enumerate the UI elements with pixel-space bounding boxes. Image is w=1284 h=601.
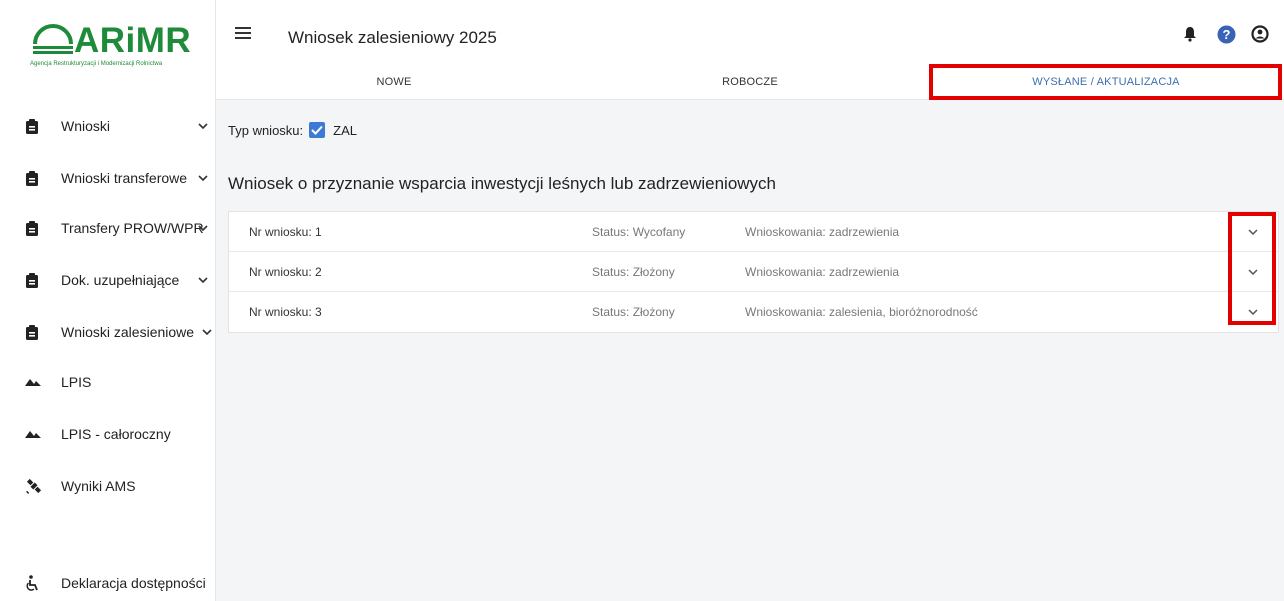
clipboard-icon (25, 220, 39, 236)
application-type: Wnioskowania: zadrzewienia (745, 265, 900, 279)
sidebar-item-wyniki-ams[interactable]: Wyniki AMS (0, 466, 216, 506)
type-filter: Typ wniosku: ZAL (228, 122, 357, 138)
application-number: Nr wniosku: 3 (249, 305, 322, 319)
section-title: Wniosek o przyznanie wsparcia inwestycji… (228, 174, 777, 193)
satellite-icon (25, 478, 43, 494)
application-status: Status: Złożony (592, 305, 675, 319)
arimr-logo[interactable]: ARiMR Agencja Restrukturyzacji i Moderni… (0, 0, 216, 98)
help-icon[interactable]: ? (1216, 24, 1236, 44)
sidebar-item-lpis-caloroczny[interactable]: LPIS - całoroczny (0, 414, 216, 454)
clipboard-icon (25, 118, 39, 134)
type-filter-label: Typ wniosku: (228, 122, 304, 138)
accessibility-icon (25, 575, 39, 591)
chevron-down-icon[interactable] (1245, 304, 1261, 320)
sidebar-item-transfery-prow-wpr[interactable]: Transfery PROW/WPR (0, 208, 216, 248)
account-icon[interactable] (1250, 24, 1270, 44)
sidebar-item-deklaracja-dostepnosci[interactable]: Deklaracja dostępności (0, 563, 216, 601)
sidebar-item-wnioski-transferowe[interactable]: Wnioski transferowe (0, 158, 216, 198)
zal-checkbox[interactable] (309, 122, 326, 138)
sidebar-item-label: Wnioski (61, 118, 111, 134)
sidebar-item-dok-uzupelniajace[interactable]: Dok. uzupełniające (0, 260, 216, 300)
tab-robocze[interactable]: ROBOCZE (572, 64, 928, 100)
clipboard-icon (25, 324, 39, 340)
application-number: Nr wniosku: 1 (249, 225, 322, 239)
sidebar-item-label: Wnioski transferowe (61, 170, 188, 186)
sidebar-item-label: Dok. uzupełniające (61, 272, 180, 288)
bell-icon[interactable] (1180, 24, 1200, 44)
terrain-icon (25, 426, 41, 442)
application-row[interactable]: Nr wniosku: 3 Status: Złożony Wnioskowan… (229, 292, 1278, 332)
chevron-down-icon (196, 171, 210, 185)
clipboard-icon (25, 170, 39, 186)
chevron-down-icon[interactable] (1245, 264, 1261, 280)
tab-bar: NOWE ROBOCZE WYSŁANE / AKTUALIZACJA (216, 64, 1284, 100)
menu-icon[interactable] (235, 27, 251, 39)
logo-mark-icon (33, 24, 73, 54)
terrain-icon (25, 374, 41, 390)
application-type: Wnioskowania: zadrzewienia (745, 225, 900, 239)
sidebar-item-label: LPIS (61, 374, 92, 390)
sidebar-item-wnioski-zalesieniowe[interactable]: Wnioski zalesieniowe (0, 312, 216, 352)
tab-wyslane-aktualizacja[interactable]: WYSŁANE / AKTUALIZACJA (928, 64, 1284, 100)
logo-subtitle: Agencja Restrukturyzacji i Modernizacji … (30, 61, 163, 67)
chevron-down-icon (196, 273, 210, 287)
main-content: Typ wniosku: ZAL Wniosek o przyznanie ws… (216, 100, 1284, 601)
application-row[interactable]: Nr wniosku: 2 Status: Złożony Wnioskowan… (229, 252, 1278, 292)
application-type: Wnioskowania: zalesienia, bioróżnorodnoś… (745, 305, 978, 319)
chevron-down-icon (200, 325, 214, 339)
sidebar-item-label: LPIS - całoroczny (61, 426, 171, 442)
application-row[interactable]: Nr wniosku: 1 Status: Wycofany Wnioskowa… (229, 212, 1278, 252)
svg-text:?: ? (1222, 27, 1230, 42)
sidebar-item-label: Wnioski zalesieniowe (61, 324, 195, 340)
page-title: Wniosek zalesieniowy 2025 (288, 28, 497, 47)
sidebar-item-label: Wyniki AMS (61, 478, 136, 494)
sidebar-item-lpis[interactable]: LPIS (0, 362, 216, 402)
chevron-down-icon[interactable] (1245, 224, 1261, 240)
logo-text: ARiMR (74, 21, 192, 60)
sidebar-item-label: Deklaracja dostępności (61, 575, 206, 591)
application-status: Status: Złożony (592, 265, 675, 279)
check-icon (311, 125, 323, 135)
clipboard-icon (25, 272, 39, 288)
zal-checkbox-label: ZAL (333, 122, 357, 138)
application-number: Nr wniosku: 2 (249, 265, 322, 279)
application-list: Nr wniosku: 1 Status: Wycofany Wnioskowa… (228, 211, 1279, 333)
sidebar: ARiMR Agencja Restrukturyzacji i Moderni… (0, 0, 216, 601)
chevron-down-icon (196, 221, 210, 235)
chevron-down-icon (196, 119, 210, 133)
top-bar: Wniosek zalesieniowy 2025 ? (216, 0, 1284, 64)
sidebar-item-wnioski[interactable]: Wnioski (0, 106, 216, 146)
sidebar-item-label: Transfery PROW/WPR (61, 220, 204, 236)
application-status: Status: Wycofany (592, 225, 686, 239)
tab-nowe[interactable]: NOWE (216, 64, 572, 100)
